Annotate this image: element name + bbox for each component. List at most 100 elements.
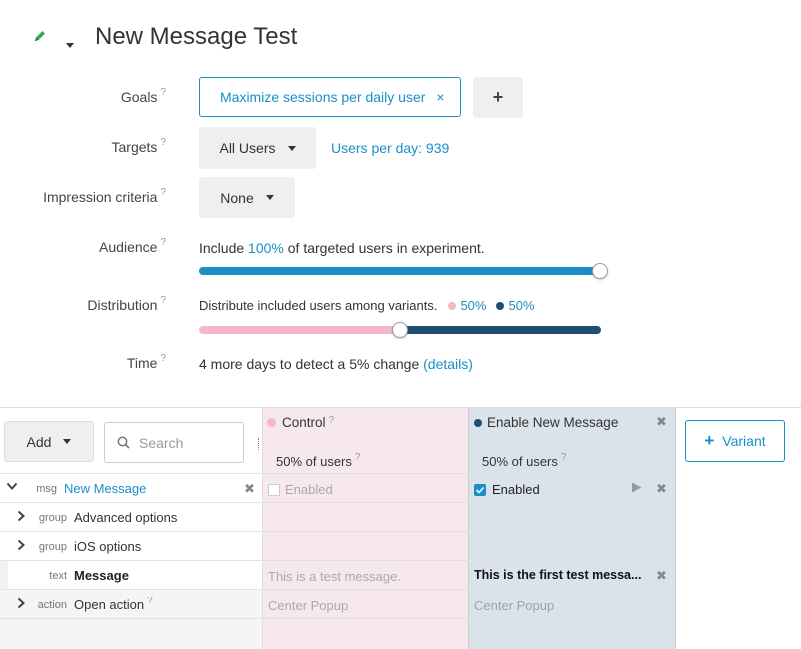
time-label: Time xyxy=(126,355,158,371)
control-users: 50% of users? xyxy=(276,452,361,469)
help-icon[interactable]: ? xyxy=(147,597,153,606)
add-dropdown-button[interactable]: Add xyxy=(4,421,94,462)
distribution-row-label: Distribution? xyxy=(0,295,166,317)
audience-label: Audience xyxy=(99,239,158,255)
table-top-border xyxy=(262,407,801,408)
goal-chip-label: Maximize sessions per daily user xyxy=(220,89,426,105)
edit-pencil-icon[interactable] xyxy=(33,29,47,43)
time-row-label: Time? xyxy=(0,353,166,375)
checkbox-checked-icon xyxy=(474,483,486,496)
goal-chip[interactable]: Maximize sessions per daily user × xyxy=(199,77,461,117)
delete-row-icon[interactable]: ✖ xyxy=(244,481,255,497)
row-name-with-help: Open action? xyxy=(74,597,153,612)
variant-name[interactable]: Enable New Message xyxy=(487,415,618,430)
audience-post: of targeted users in experiment. xyxy=(287,240,485,256)
audience-text: Include 100% of targeted users in experi… xyxy=(199,240,485,256)
distribution-control-segment xyxy=(199,326,400,334)
control-dot-icon xyxy=(448,301,457,310)
row-type: msg xyxy=(36,483,57,495)
users-per-day[interactable]: Users per day: 939 xyxy=(331,140,449,156)
help-icon[interactable]: ? xyxy=(329,415,335,426)
control-message-value[interactable]: This is a test message. xyxy=(268,569,401,584)
impression-label: Impression criteria xyxy=(43,189,158,205)
row-type: group xyxy=(38,541,67,553)
add-variant-button[interactable]: + Variant xyxy=(685,420,785,462)
row-type: action xyxy=(37,599,67,611)
targets-row-label: Targets? xyxy=(0,137,166,159)
targets-dropdown[interactable]: All Users xyxy=(199,127,316,169)
variant-dot-icon xyxy=(496,301,505,310)
row-type: text xyxy=(49,570,67,582)
row-divider xyxy=(0,502,674,503)
variant-dot-icon xyxy=(474,418,482,427)
chevron-down-icon[interactable] xyxy=(6,480,18,495)
chevron-down-icon xyxy=(287,145,296,151)
control-users-label: 50% of users xyxy=(276,454,352,469)
row-divider xyxy=(0,473,674,474)
audience-slider-handle[interactable] xyxy=(592,263,608,279)
time-text-row: 4 more days to detect a 5% change (detai… xyxy=(199,356,473,372)
distribution-variant-segment xyxy=(398,326,601,334)
page-title: New Message Test xyxy=(95,23,298,50)
goals-label: Goals xyxy=(120,89,158,105)
chevron-down-icon xyxy=(265,195,274,200)
chevron-right-icon[interactable] xyxy=(16,510,26,525)
play-icon[interactable] xyxy=(631,481,642,496)
control-action-value[interactable]: Center Popup xyxy=(268,598,348,613)
add-label: Add xyxy=(26,433,52,450)
row-name[interactable]: Open action xyxy=(74,597,144,612)
row-divider xyxy=(0,589,674,590)
help-icon[interactable]: ? xyxy=(160,295,166,306)
variant-users-label: 50% of users xyxy=(482,454,558,469)
audience-percent[interactable]: 100% xyxy=(248,240,284,256)
distribution-slider-handle[interactable] xyxy=(392,322,408,338)
help-icon[interactable]: ? xyxy=(160,187,166,198)
search-placeholder: Search xyxy=(139,434,184,451)
details-link[interactable]: (details) xyxy=(423,356,473,372)
distribution-label: Distribution xyxy=(87,297,158,313)
variant-message-value[interactable]: This is the first test messa... xyxy=(474,568,642,582)
column-resize-handle[interactable] xyxy=(258,438,261,450)
row-name[interactable]: Advanced options xyxy=(74,510,177,525)
row-name[interactable]: iOS options xyxy=(74,539,141,554)
control-enabled-checkbox[interactable]: Enabled xyxy=(268,482,333,497)
help-icon[interactable]: ? xyxy=(160,353,166,364)
search-icon xyxy=(117,436,130,449)
help-icon[interactable]: ? xyxy=(160,137,166,148)
variant-enabled-checkbox[interactable]: Enabled xyxy=(474,482,540,497)
chevron-down-icon xyxy=(63,439,72,444)
search-input[interactable]: Search xyxy=(104,422,244,463)
chevron-right-icon[interactable] xyxy=(16,539,26,554)
delete-override-icon[interactable]: ✖ xyxy=(656,481,667,497)
checkbox-icon xyxy=(268,483,280,496)
row-name[interactable]: Message xyxy=(74,568,129,583)
variant-action-value[interactable]: Center Popup xyxy=(474,598,554,613)
help-icon[interactable]: ? xyxy=(561,452,567,463)
control-header: Control? xyxy=(267,415,334,430)
help-icon[interactable]: ? xyxy=(160,87,166,98)
audience-pre: Include xyxy=(199,240,245,256)
variants-table: Add Search Control? 50% of users? Enable… xyxy=(0,407,801,649)
targets-label: Targets xyxy=(111,139,158,155)
title-dropdown-caret-icon[interactable] xyxy=(66,35,74,53)
control-name[interactable]: Control xyxy=(282,415,326,430)
variant-button-label: Variant xyxy=(722,433,766,449)
help-icon[interactable]: ? xyxy=(355,452,361,463)
goals-row-label: Goals? xyxy=(0,87,166,109)
row-type: group xyxy=(38,512,67,524)
variant-enabled-label: Enabled xyxy=(492,482,540,497)
chevron-right-icon[interactable] xyxy=(16,597,26,612)
distribution-text: Distribute included users among variants… xyxy=(199,298,438,313)
variant-percent[interactable]: 50% xyxy=(508,298,534,313)
control-dot-icon xyxy=(267,418,276,427)
goal-remove-icon[interactable]: × xyxy=(436,89,444,105)
delete-variant-icon[interactable]: ✖ xyxy=(656,414,667,430)
row-divider xyxy=(0,560,674,561)
row-name[interactable]: New Message xyxy=(64,481,146,496)
help-icon[interactable]: ? xyxy=(160,237,166,248)
control-percent[interactable]: 50% xyxy=(460,298,486,313)
add-goal-button[interactable]: + xyxy=(473,77,523,118)
delete-override-icon[interactable]: ✖ xyxy=(656,568,667,584)
impression-dropdown[interactable]: None xyxy=(199,177,295,218)
targets-value: All Users xyxy=(219,140,276,156)
